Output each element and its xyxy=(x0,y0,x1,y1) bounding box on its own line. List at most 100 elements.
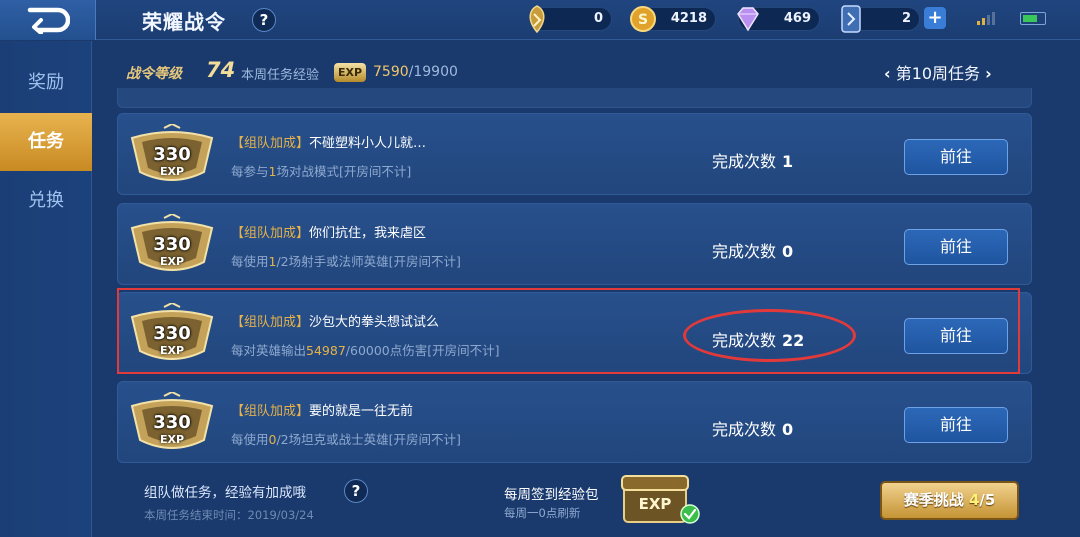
completion-count: 完成次数 22 xyxy=(712,327,804,351)
task-name: 沙包大的拳头想试试么 xyxy=(309,315,440,330)
reward-badge: 330 EXP xyxy=(128,124,216,186)
task-title: 【组队加成】你们抗住，我来虐区 xyxy=(231,222,426,241)
tab-exchange[interactable]: 兑换 xyxy=(0,172,92,230)
task-name: 不碰塑料小人儿就… xyxy=(309,136,427,151)
desc-text: /2场坦克或战士英雄[开房间不计] xyxy=(276,432,461,447)
gold-balance: S 4218 xyxy=(630,6,716,32)
token-balance: 0 xyxy=(529,5,612,34)
task-description: 每对英雄输出54987/60000点伤害[开房间不计] xyxy=(231,340,500,359)
level-label: 战令等级 xyxy=(126,66,182,82)
task-end-time: 本周任务结束时间：2019/03/24 xyxy=(144,508,314,522)
diamond-balance: 469 xyxy=(737,7,820,32)
season-total: /5 xyxy=(979,491,996,509)
gold-value: 4218 xyxy=(670,11,707,26)
go-button[interactable]: 前往 xyxy=(904,318,1008,354)
count-label: 完成次数 xyxy=(712,331,777,350)
season-progress: 4/5 xyxy=(969,491,995,509)
go-button[interactable]: 前往 xyxy=(904,229,1008,265)
back-button[interactable] xyxy=(0,0,96,40)
season-challenge-button[interactable]: 赛季挑战 4/5 xyxy=(880,481,1019,520)
task-title: 【组队加成】沙包大的拳头想试试么 xyxy=(231,311,439,330)
reward-amount: 330 xyxy=(153,323,191,344)
count-value: 1 xyxy=(782,152,794,171)
card-value: 2 xyxy=(901,11,911,26)
completion-count: 完成次数 1 xyxy=(712,148,793,172)
token-icon xyxy=(529,5,545,34)
reward-badge: 330 EXP xyxy=(128,303,216,365)
task-title: 【组队加成】要的就是一往无前 xyxy=(231,400,413,419)
count-value: 22 xyxy=(782,331,805,350)
desc-text: 每对英雄输出 xyxy=(231,343,307,358)
team-bonus-hint: 组队做任务，经验有加成哦 xyxy=(144,485,306,501)
desc-text: 每使用 xyxy=(231,432,269,447)
task-title: 【组队加成】不碰塑料小人儿就… xyxy=(231,132,426,151)
token-value: 0 xyxy=(593,11,603,26)
weekly-checkin-title: 每周签到经验包 xyxy=(504,487,599,503)
weekly-exp-progress: 7590/19900 xyxy=(373,64,458,80)
team-bonus-tag: 【组队加成】 xyxy=(231,315,310,330)
week-selector: ‹ 第10周任务 › xyxy=(884,60,992,84)
desc-text: /60000点伤害[开房间不计] xyxy=(345,343,500,358)
help-icon[interactable]: ? xyxy=(252,8,276,32)
side-nav: 奖励 任务 兑换 xyxy=(0,41,92,537)
check-icon xyxy=(680,504,700,524)
level-value: 74 xyxy=(206,58,236,82)
card-balance: 2 xyxy=(841,5,920,33)
reward-amount: 330 xyxy=(153,144,191,165)
reward-unit: EXP xyxy=(159,344,185,357)
tab-rewards[interactable]: 奖励 xyxy=(0,54,92,112)
next-week-button[interactable]: › xyxy=(985,64,992,83)
completion-count: 完成次数 0 xyxy=(712,238,793,262)
card-icon xyxy=(841,5,861,33)
svg-text:S: S xyxy=(638,12,648,28)
task-row-partial xyxy=(117,88,1032,108)
go-button[interactable]: 前往 xyxy=(904,139,1008,175)
team-bonus-tag: 【组队加成】 xyxy=(231,136,310,151)
desc-text: 每使用 xyxy=(231,254,269,269)
desc-text: 场对战模式[开房间不计] xyxy=(276,164,412,179)
count-value: 0 xyxy=(782,242,794,261)
count-label: 完成次数 xyxy=(712,420,777,439)
tab-tasks[interactable]: 任务 xyxy=(0,113,92,171)
help-icon[interactable]: ? xyxy=(344,479,368,503)
week-label: 第10周任务 xyxy=(895,64,981,83)
season-label: 赛季挑战 xyxy=(903,491,964,509)
task-row: 330 EXP 【组队加成】沙包大的拳头想试试么 每对英雄输出54987/600… xyxy=(117,292,1032,374)
task-row: 330 EXP 【组队加成】不碰塑料小人儿就… 每参与1场对战模式[开房间不计]… xyxy=(117,113,1032,195)
treasure-chest-icon: EXP xyxy=(621,475,700,524)
desc-text: 每参与 xyxy=(231,164,269,179)
task-description: 每使用0/2场坦克或战士英雄[开房间不计] xyxy=(231,429,461,448)
completion-count: 完成次数 0 xyxy=(712,416,793,440)
count-label: 完成次数 xyxy=(712,242,777,261)
desc-text: /2场射手或法师英雄[开房间不计] xyxy=(276,254,461,269)
top-bar: 荣耀战令 ? 0 S 4218 469 2 + xyxy=(0,0,1080,40)
battery-level xyxy=(1023,15,1037,22)
prev-week-button[interactable]: ‹ xyxy=(884,64,891,83)
page-title: 荣耀战令 xyxy=(142,10,226,34)
reward-badge: 330 EXP xyxy=(128,214,216,276)
weekly-checkin-refresh: 每周一0点刷新 xyxy=(504,506,581,520)
exp-current: 7590 xyxy=(373,64,409,80)
count-value: 0 xyxy=(782,420,794,439)
add-card-button[interactable]: + xyxy=(924,7,946,29)
task-description: 每使用1/2场射手或法师英雄[开房间不计] xyxy=(231,251,461,270)
desc-progress: 54987 xyxy=(306,343,346,358)
diamond-icon xyxy=(737,7,759,32)
reward-amount: 330 xyxy=(153,412,191,433)
task-description: 每参与1场对战模式[开房间不计] xyxy=(231,161,411,180)
exp-total: 19900 xyxy=(413,64,458,80)
go-button[interactable]: 前往 xyxy=(904,407,1008,443)
weekly-exp-label: 本周任务经验 xyxy=(241,68,320,83)
exp-chest-button[interactable]: EXP xyxy=(618,470,702,530)
reward-unit: EXP xyxy=(159,433,185,446)
reward-amount: 330 xyxy=(153,234,191,255)
diamond-value: 469 xyxy=(783,11,811,26)
signal-icon xyxy=(977,12,995,25)
reward-unit: EXP xyxy=(159,165,185,178)
back-arrow-icon xyxy=(27,7,70,34)
season-current: 4 xyxy=(968,491,980,509)
task-name: 要的就是一往无前 xyxy=(309,404,414,419)
count-label: 完成次数 xyxy=(712,152,777,171)
chest-label: EXP xyxy=(639,495,672,513)
task-row: 330 EXP 【组队加成】要的就是一往无前 每使用0/2场坦克或战士英雄[开房… xyxy=(117,381,1032,463)
